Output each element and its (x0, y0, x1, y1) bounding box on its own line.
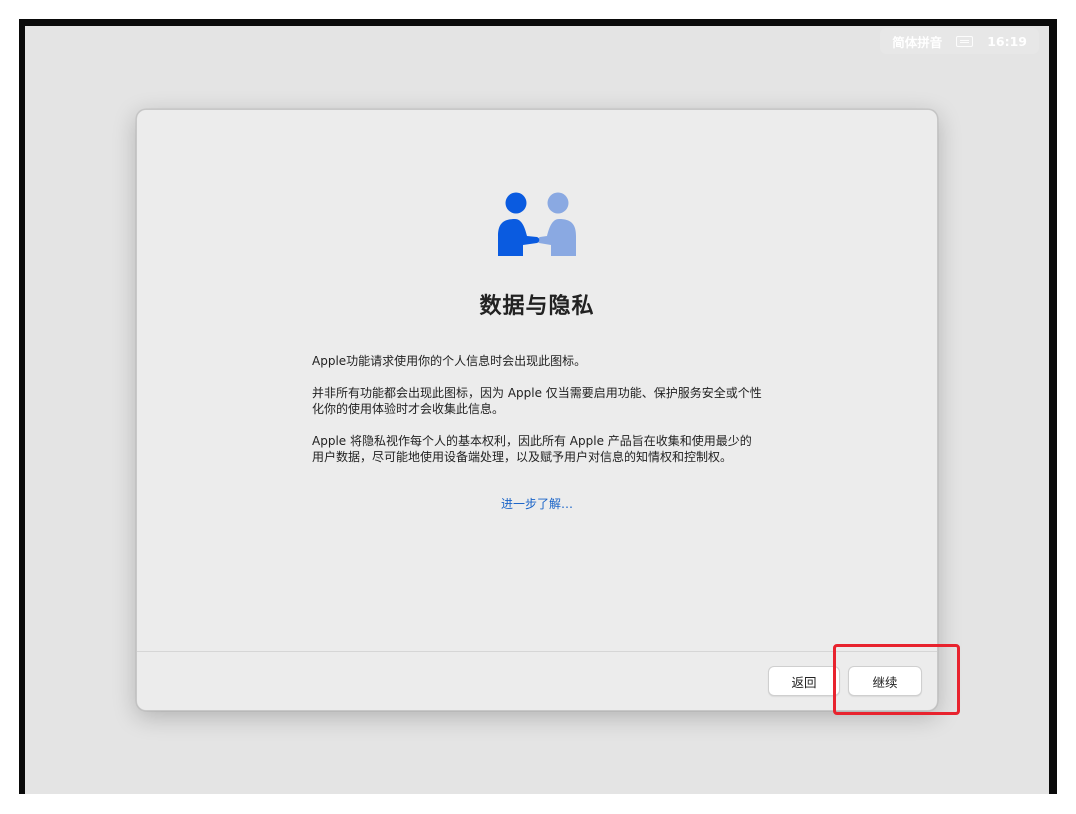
body-paragraph: Apple功能请求使用你的个人信息时会出现此图标。 (312, 354, 587, 368)
clock: 16:19 (987, 33, 1027, 49)
keyboard-icon[interactable] (956, 35, 974, 47)
data-privacy-dialog: 数据与隐私 Apple功能请求使用你的个人信息时会出现此图标。 并非所有功能都会… (136, 109, 938, 711)
learn-more-link[interactable]: 进一步了解… (137, 495, 937, 512)
menu-bar-status: 简体拼音 16:19 (880, 28, 1039, 54)
continue-button[interactable]: 继续 (848, 666, 922, 696)
bottom-margin (0, 794, 1076, 814)
screen: 简体拼音 16:19 数据与隐私 Apple功能请求使用你的个人信息时会出现此图… (25, 26, 1049, 795)
dialog-title: 数据与隐私 (479, 294, 595, 319)
body-paragraph: Apple 将隐私视作每个人的基本权利，因此所有 Apple 产品旨在收集和使用… (312, 434, 752, 464)
dialog-body: Apple功能请求使用你的个人信息时会出现此图标。 并非所有功能都会出现此图标，… (312, 353, 762, 481)
device-frame: 简体拼音 16:19 数据与隐私 Apple功能请求使用你的个人信息时会出现此图… (19, 19, 1057, 795)
footer-divider (137, 651, 937, 652)
input-method-label[interactable]: 简体拼音 (892, 32, 942, 51)
back-button[interactable]: 返回 (768, 666, 840, 696)
handshake-people-icon (498, 192, 576, 256)
body-paragraph: 并非所有功能都会出现此图标，因为 Apple 仅当需要启用功能、保护服务安全或个… (312, 386, 762, 416)
